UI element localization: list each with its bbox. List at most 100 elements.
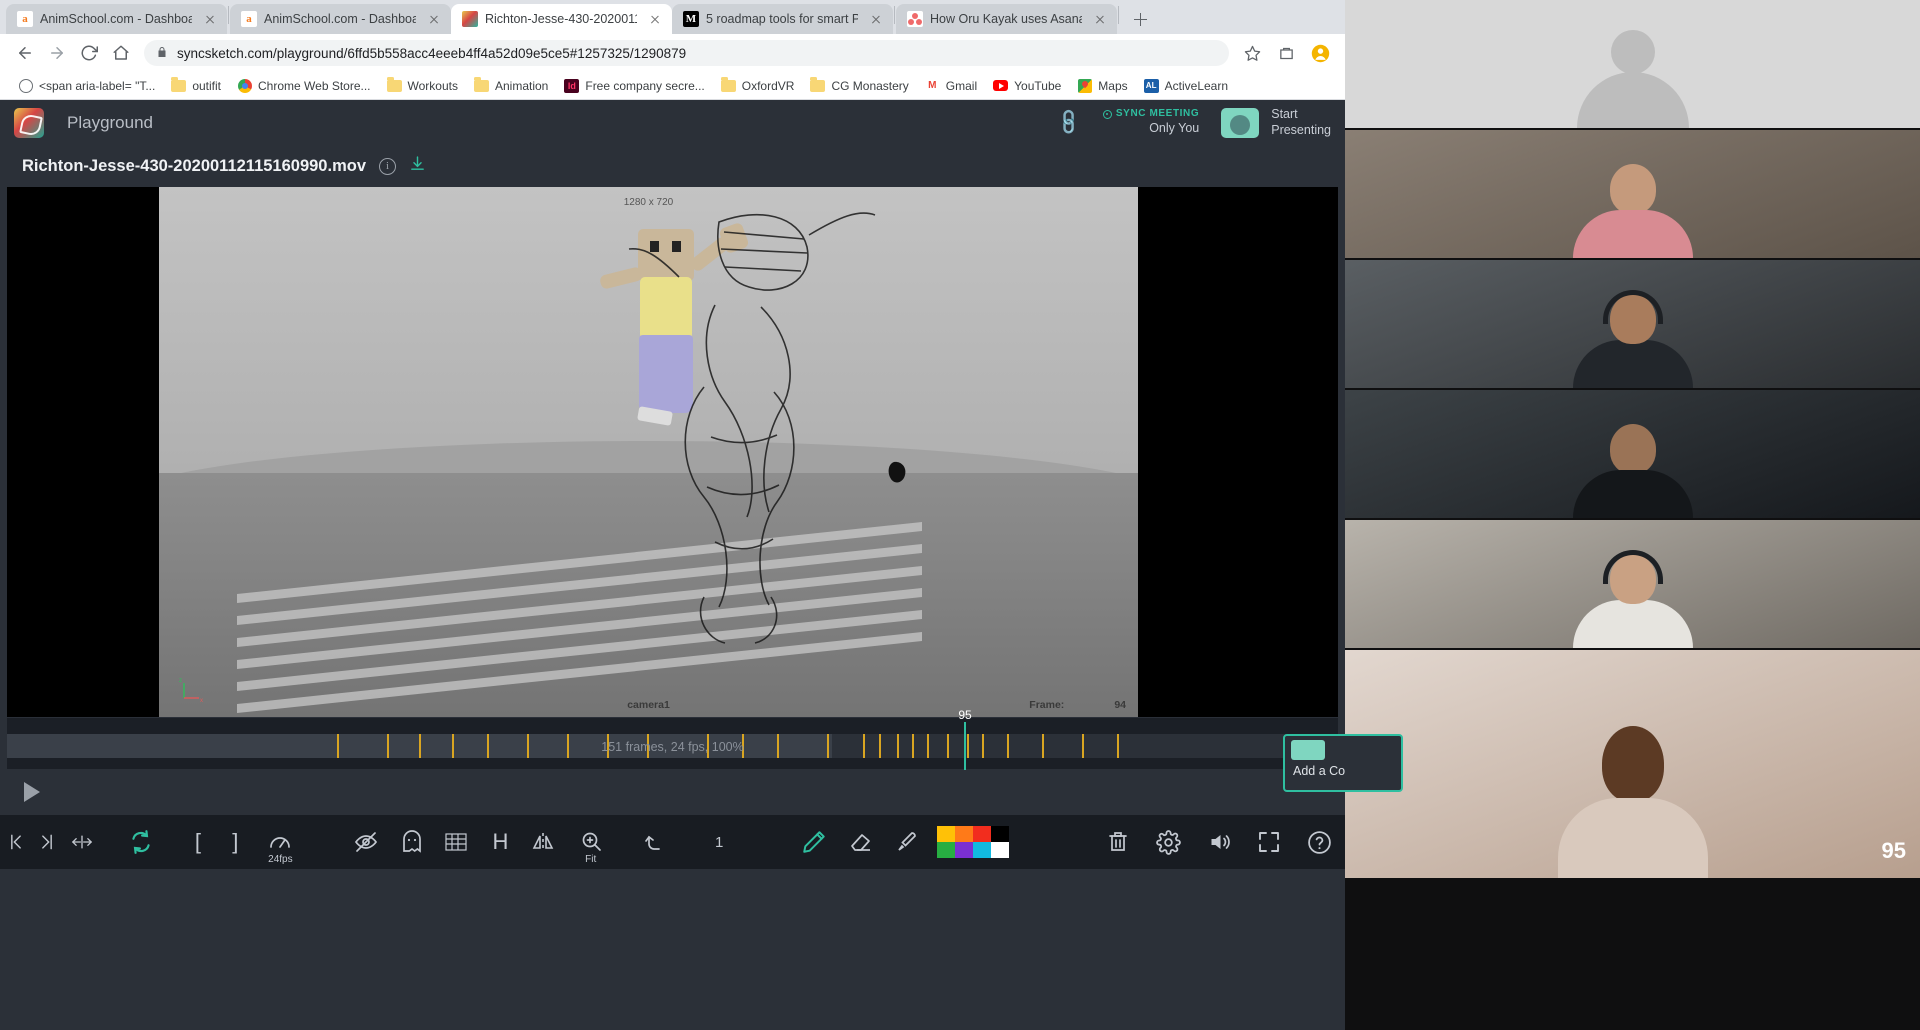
browser-tab-3[interactable]: M 5 roadmap tools for smart PMs -: [672, 4, 893, 34]
download-icon[interactable]: [409, 155, 426, 177]
browser-tab-2[interactable]: Richton-Jesse-430-20200112115: [451, 4, 672, 34]
timeline-annotation-tick[interactable]: [927, 734, 929, 758]
back-arrow-icon[interactable]: [10, 38, 40, 68]
participant-tile-1[interactable]: [1345, 130, 1920, 260]
close-tab-icon[interactable]: [202, 11, 218, 27]
color-swatch[interactable]: [973, 826, 992, 842]
color-swatch[interactable]: [973, 842, 992, 858]
close-tab-icon[interactable]: [426, 11, 442, 27]
play-icon[interactable]: [24, 782, 40, 802]
bookmark-item[interactable]: OxfordVR: [713, 75, 803, 96]
color-swatch[interactable]: [955, 842, 974, 858]
timeline-annotation-tick[interactable]: [967, 734, 969, 758]
set-in-point-button[interactable]: [: [181, 820, 216, 864]
timeline-annotation-tick[interactable]: [1007, 734, 1009, 758]
flip-button[interactable]: [522, 820, 564, 864]
browser-tab-1[interactable]: a AnimSchool.com - Dashboard: [230, 4, 451, 34]
timeline-annotation-tick[interactable]: [879, 734, 881, 758]
close-tab-icon[interactable]: [868, 11, 884, 27]
bookmark-item[interactable]: CG Monastery: [802, 75, 916, 96]
timeline-annotation-tick[interactable]: [1082, 734, 1084, 758]
eyedropper-tool-button[interactable]: [884, 820, 927, 864]
close-tab-icon[interactable]: [1092, 11, 1108, 27]
bookmark-item[interactable]: <span aria-label= "T...: [10, 75, 163, 96]
browser-tab-4[interactable]: How Oru Kayak uses Asana to la: [896, 4, 1117, 34]
close-tab-icon[interactable]: [647, 11, 663, 27]
color-swatch[interactable]: [937, 842, 956, 858]
timeline-playhead[interactable]: 95: [958, 708, 972, 770]
info-icon[interactable]: i: [379, 157, 396, 175]
timeline-annotation-tick[interactable]: [912, 734, 914, 758]
pencil-tool-button[interactable]: [790, 820, 839, 864]
add-comment-tooltip[interactable]: Add a Co: [1283, 734, 1403, 792]
color-swatch[interactable]: [937, 826, 956, 842]
color-swatch[interactable]: [955, 826, 974, 842]
color-swatches[interactable]: [937, 826, 1010, 858]
fullscreen-button[interactable]: [1244, 820, 1294, 864]
bookmark-item[interactable]: YouTube: [985, 75, 1069, 96]
forward-arrow-icon[interactable]: [42, 38, 72, 68]
bookmark-item[interactable]: AL ActiveLearn: [1136, 75, 1236, 96]
timeline-annotation-tick[interactable]: [947, 734, 949, 758]
delete-button[interactable]: [1093, 820, 1143, 864]
presenter-avatar[interactable]: [1221, 107, 1260, 138]
bookmark-star-icon[interactable]: [1237, 38, 1267, 68]
extensions-icon[interactable]: [1271, 38, 1301, 68]
settings-button[interactable]: [1144, 820, 1194, 864]
volume-button[interactable]: [1194, 820, 1244, 864]
new-tab-button[interactable]: [1126, 5, 1154, 33]
loop-button[interactable]: [101, 820, 181, 864]
timeline-track[interactable]: 95 151 frames, 24 fps, 100%: [7, 708, 1338, 770]
syncsketch-logo-icon[interactable]: [14, 107, 44, 138]
bookmark-item[interactable]: Animation: [466, 75, 556, 96]
timeline-annotation-tick[interactable]: [827, 734, 829, 758]
link-icon[interactable]: 🔗: [1039, 92, 1101, 154]
timeline-annotation-tick[interactable]: [487, 734, 489, 758]
address-bar[interactable]: syncsketch.com/playground/6ffd5b558acc4e…: [144, 40, 1229, 66]
bookmark-item[interactable]: outifit: [163, 75, 229, 96]
profile-avatar-icon[interactable]: [1305, 38, 1335, 68]
reload-icon[interactable]: [74, 38, 104, 68]
participant-tile-2[interactable]: [1345, 260, 1920, 390]
help-button[interactable]: [1295, 820, 1345, 864]
fit-zoom-button[interactable]: Fit: [564, 820, 618, 865]
go-to-end-button[interactable]: [31, 820, 62, 864]
timeline-annotation-tick[interactable]: [1042, 734, 1044, 758]
bookmark-item[interactable]: M Gmail: [917, 75, 985, 96]
video-canvas[interactable]: 1280 x 720 camera1 Frame: 94 z x: [159, 187, 1138, 717]
home-icon[interactable]: [106, 38, 136, 68]
participant-tile-4[interactable]: [1345, 520, 1920, 650]
timeline-annotation-tick[interactable]: [337, 734, 339, 758]
step-frames-button[interactable]: [63, 820, 101, 864]
browser-tab-0[interactable]: a AnimSchool.com - Dashboard: [6, 4, 227, 34]
letterbox-button[interactable]: H: [479, 820, 522, 864]
timeline-annotation-tick[interactable]: [567, 734, 569, 758]
self-view-tile[interactable]: [1345, 0, 1920, 130]
participant-tile-3[interactable]: [1345, 390, 1920, 520]
color-swatch[interactable]: [991, 826, 1010, 842]
timeline-annotation-tick[interactable]: [982, 734, 984, 758]
bookmark-item[interactable]: Workouts: [379, 75, 466, 96]
fps-button[interactable]: 24fps: [255, 820, 305, 865]
start-presenting-button[interactable]: Start Presenting: [1271, 107, 1331, 138]
bookmark-item[interactable]: Maps: [1069, 75, 1135, 96]
timeline-annotation-tick[interactable]: [1117, 734, 1119, 758]
video-stage[interactable]: 1280 x 720 camera1 Frame: 94 z x: [7, 187, 1338, 717]
timeline-annotation-tick[interactable]: [777, 734, 779, 758]
bookmark-item[interactable]: Chrome Web Store...: [229, 75, 379, 96]
timeline-annotation-tick[interactable]: [419, 734, 421, 758]
sync-meeting-block[interactable]: SYNC MEETING Only You: [1102, 108, 1209, 136]
timeline-annotation-tick[interactable]: [527, 734, 529, 758]
timeline-annotation-tick[interactable]: [387, 734, 389, 758]
color-swatch[interactable]: [991, 842, 1010, 858]
timeline-annotation-tick[interactable]: [452, 734, 454, 758]
ghosting-button[interactable]: [390, 820, 433, 864]
go-to-start-button[interactable]: [0, 820, 31, 864]
brush-size-value[interactable]: 1: [692, 820, 746, 864]
timeline-annotation-tick[interactable]: [863, 734, 865, 758]
grid-button[interactable]: [434, 820, 479, 864]
eraser-tool-button[interactable]: [839, 820, 884, 864]
bookmark-item[interactable]: Id Free company secre...: [556, 75, 712, 96]
hide-annotations-button[interactable]: [342, 820, 391, 864]
timeline-annotation-tick[interactable]: [897, 734, 899, 758]
